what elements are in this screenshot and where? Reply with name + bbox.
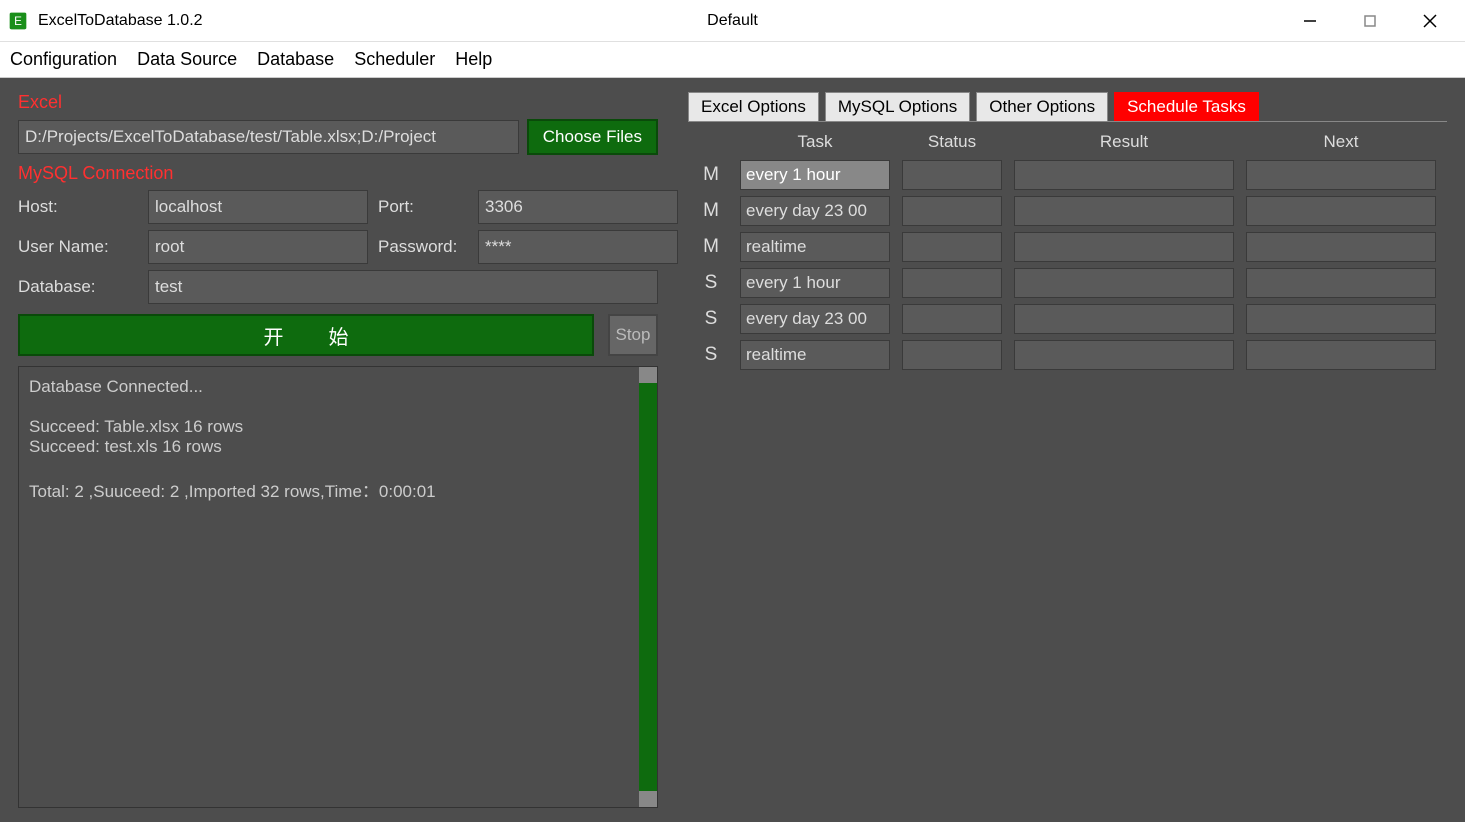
- file-path-input[interactable]: [18, 120, 519, 154]
- schedule-cell-next[interactable]: [1246, 232, 1436, 262]
- log-area-wrap: Database Connected... Succeed: Table.xls…: [18, 366, 658, 808]
- schedule-row-tag: M: [694, 200, 728, 222]
- schedule-cell-next[interactable]: [1246, 304, 1436, 334]
- titlebar: E ExcelToDatabase 1.0.2 Default: [0, 0, 1465, 42]
- col-result: Result: [1014, 132, 1234, 152]
- stop-button[interactable]: Stop: [608, 314, 658, 356]
- close-button[interactable]: [1415, 6, 1445, 36]
- schedule-row-tag: S: [694, 344, 728, 366]
- schedule-cell-next[interactable]: [1246, 196, 1436, 226]
- col-task: Task: [740, 132, 890, 152]
- schedule-cell-result[interactable]: [1014, 268, 1234, 298]
- schedule-cell-next[interactable]: [1246, 340, 1436, 370]
- maximize-button[interactable]: [1355, 6, 1385, 36]
- window-subtitle: Default: [707, 12, 758, 30]
- schedule-cell-result[interactable]: [1014, 304, 1234, 334]
- menu-configuration[interactable]: Configuration: [10, 49, 117, 70]
- schedule-cell-task[interactable]: [740, 304, 890, 334]
- app-icon: E: [8, 11, 28, 31]
- schedule-row: S: [694, 304, 1441, 334]
- mysql-section-title: MySQL Connection: [18, 163, 658, 184]
- schedule-row: M: [694, 160, 1441, 190]
- col-status: Status: [902, 132, 1002, 152]
- port-input[interactable]: [478, 190, 678, 224]
- schedule-cell-result[interactable]: [1014, 340, 1234, 370]
- schedule-row-tag: S: [694, 308, 728, 330]
- schedule-row-tag: S: [694, 272, 728, 294]
- app-title: ExcelToDatabase 1.0.2: [38, 12, 203, 30]
- right-panel: Excel Options MySQL Options Other Option…: [688, 92, 1447, 808]
- schedule-row: S: [694, 340, 1441, 370]
- schedule-cell-result[interactable]: [1014, 160, 1234, 190]
- menu-database[interactable]: Database: [257, 49, 334, 70]
- log-output: Database Connected... Succeed: Table.xls…: [19, 367, 639, 807]
- password-input[interactable]: [478, 230, 678, 264]
- schedule-tab-body: Task Status Result Next MMMSSS: [688, 121, 1447, 382]
- window-controls: [1295, 6, 1457, 36]
- scroll-down-icon[interactable]: [639, 791, 657, 807]
- schedule-cell-status[interactable]: [902, 304, 1002, 334]
- menu-scheduler[interactable]: Scheduler: [354, 49, 435, 70]
- schedule-cell-next[interactable]: [1246, 268, 1436, 298]
- schedule-cell-task[interactable]: [740, 232, 890, 262]
- minimize-button[interactable]: [1295, 6, 1325, 36]
- menubar: Configuration Data Source Database Sched…: [0, 42, 1465, 78]
- database-input[interactable]: [148, 270, 658, 304]
- password-label: Password:: [378, 237, 468, 257]
- tab-excel-options[interactable]: Excel Options: [688, 92, 819, 121]
- host-label: Host:: [18, 197, 138, 217]
- tab-mysql-options[interactable]: MySQL Options: [825, 92, 970, 121]
- tab-other-options[interactable]: Other Options: [976, 92, 1108, 121]
- tab-schedule-tasks[interactable]: Schedule Tasks: [1114, 92, 1259, 121]
- log-scrollbar[interactable]: [639, 367, 657, 807]
- schedule-cell-status[interactable]: [902, 268, 1002, 298]
- tabbar: Excel Options MySQL Options Other Option…: [688, 92, 1447, 121]
- schedule-cell-task[interactable]: [740, 340, 890, 370]
- username-input[interactable]: [148, 230, 368, 264]
- schedule-cell-task[interactable]: [740, 160, 890, 190]
- schedule-header: Task Status Result Next: [694, 128, 1441, 160]
- start-button[interactable]: 开始: [18, 314, 594, 356]
- schedule-cell-result[interactable]: [1014, 196, 1234, 226]
- host-input[interactable]: [148, 190, 368, 224]
- schedule-cell-task[interactable]: [740, 196, 890, 226]
- choose-files-button[interactable]: Choose Files: [527, 119, 658, 155]
- schedule-row: M: [694, 232, 1441, 262]
- schedule-row-tag: M: [694, 236, 728, 258]
- schedule-cell-next[interactable]: [1246, 160, 1436, 190]
- username-label: User Name:: [18, 237, 138, 257]
- schedule-row: M: [694, 196, 1441, 226]
- menu-data-source[interactable]: Data Source: [137, 49, 237, 70]
- port-label: Port:: [378, 197, 468, 217]
- schedule-cell-status[interactable]: [902, 160, 1002, 190]
- schedule-cell-status[interactable]: [902, 196, 1002, 226]
- schedule-cell-task[interactable]: [740, 268, 890, 298]
- schedule-row-tag: M: [694, 164, 728, 186]
- left-panel: Excel Choose Files MySQL Connection Host…: [18, 92, 658, 808]
- menu-help[interactable]: Help: [455, 49, 492, 70]
- schedule-cell-status[interactable]: [902, 340, 1002, 370]
- col-next: Next: [1246, 132, 1436, 152]
- schedule-row: S: [694, 268, 1441, 298]
- svg-text:E: E: [14, 15, 22, 28]
- schedule-cell-status[interactable]: [902, 232, 1002, 262]
- workspace: Excel Choose Files MySQL Connection Host…: [0, 78, 1465, 822]
- scroll-up-icon[interactable]: [639, 367, 657, 383]
- database-label: Database:: [18, 277, 138, 297]
- schedule-cell-result[interactable]: [1014, 232, 1234, 262]
- excel-section-title: Excel: [18, 92, 658, 113]
